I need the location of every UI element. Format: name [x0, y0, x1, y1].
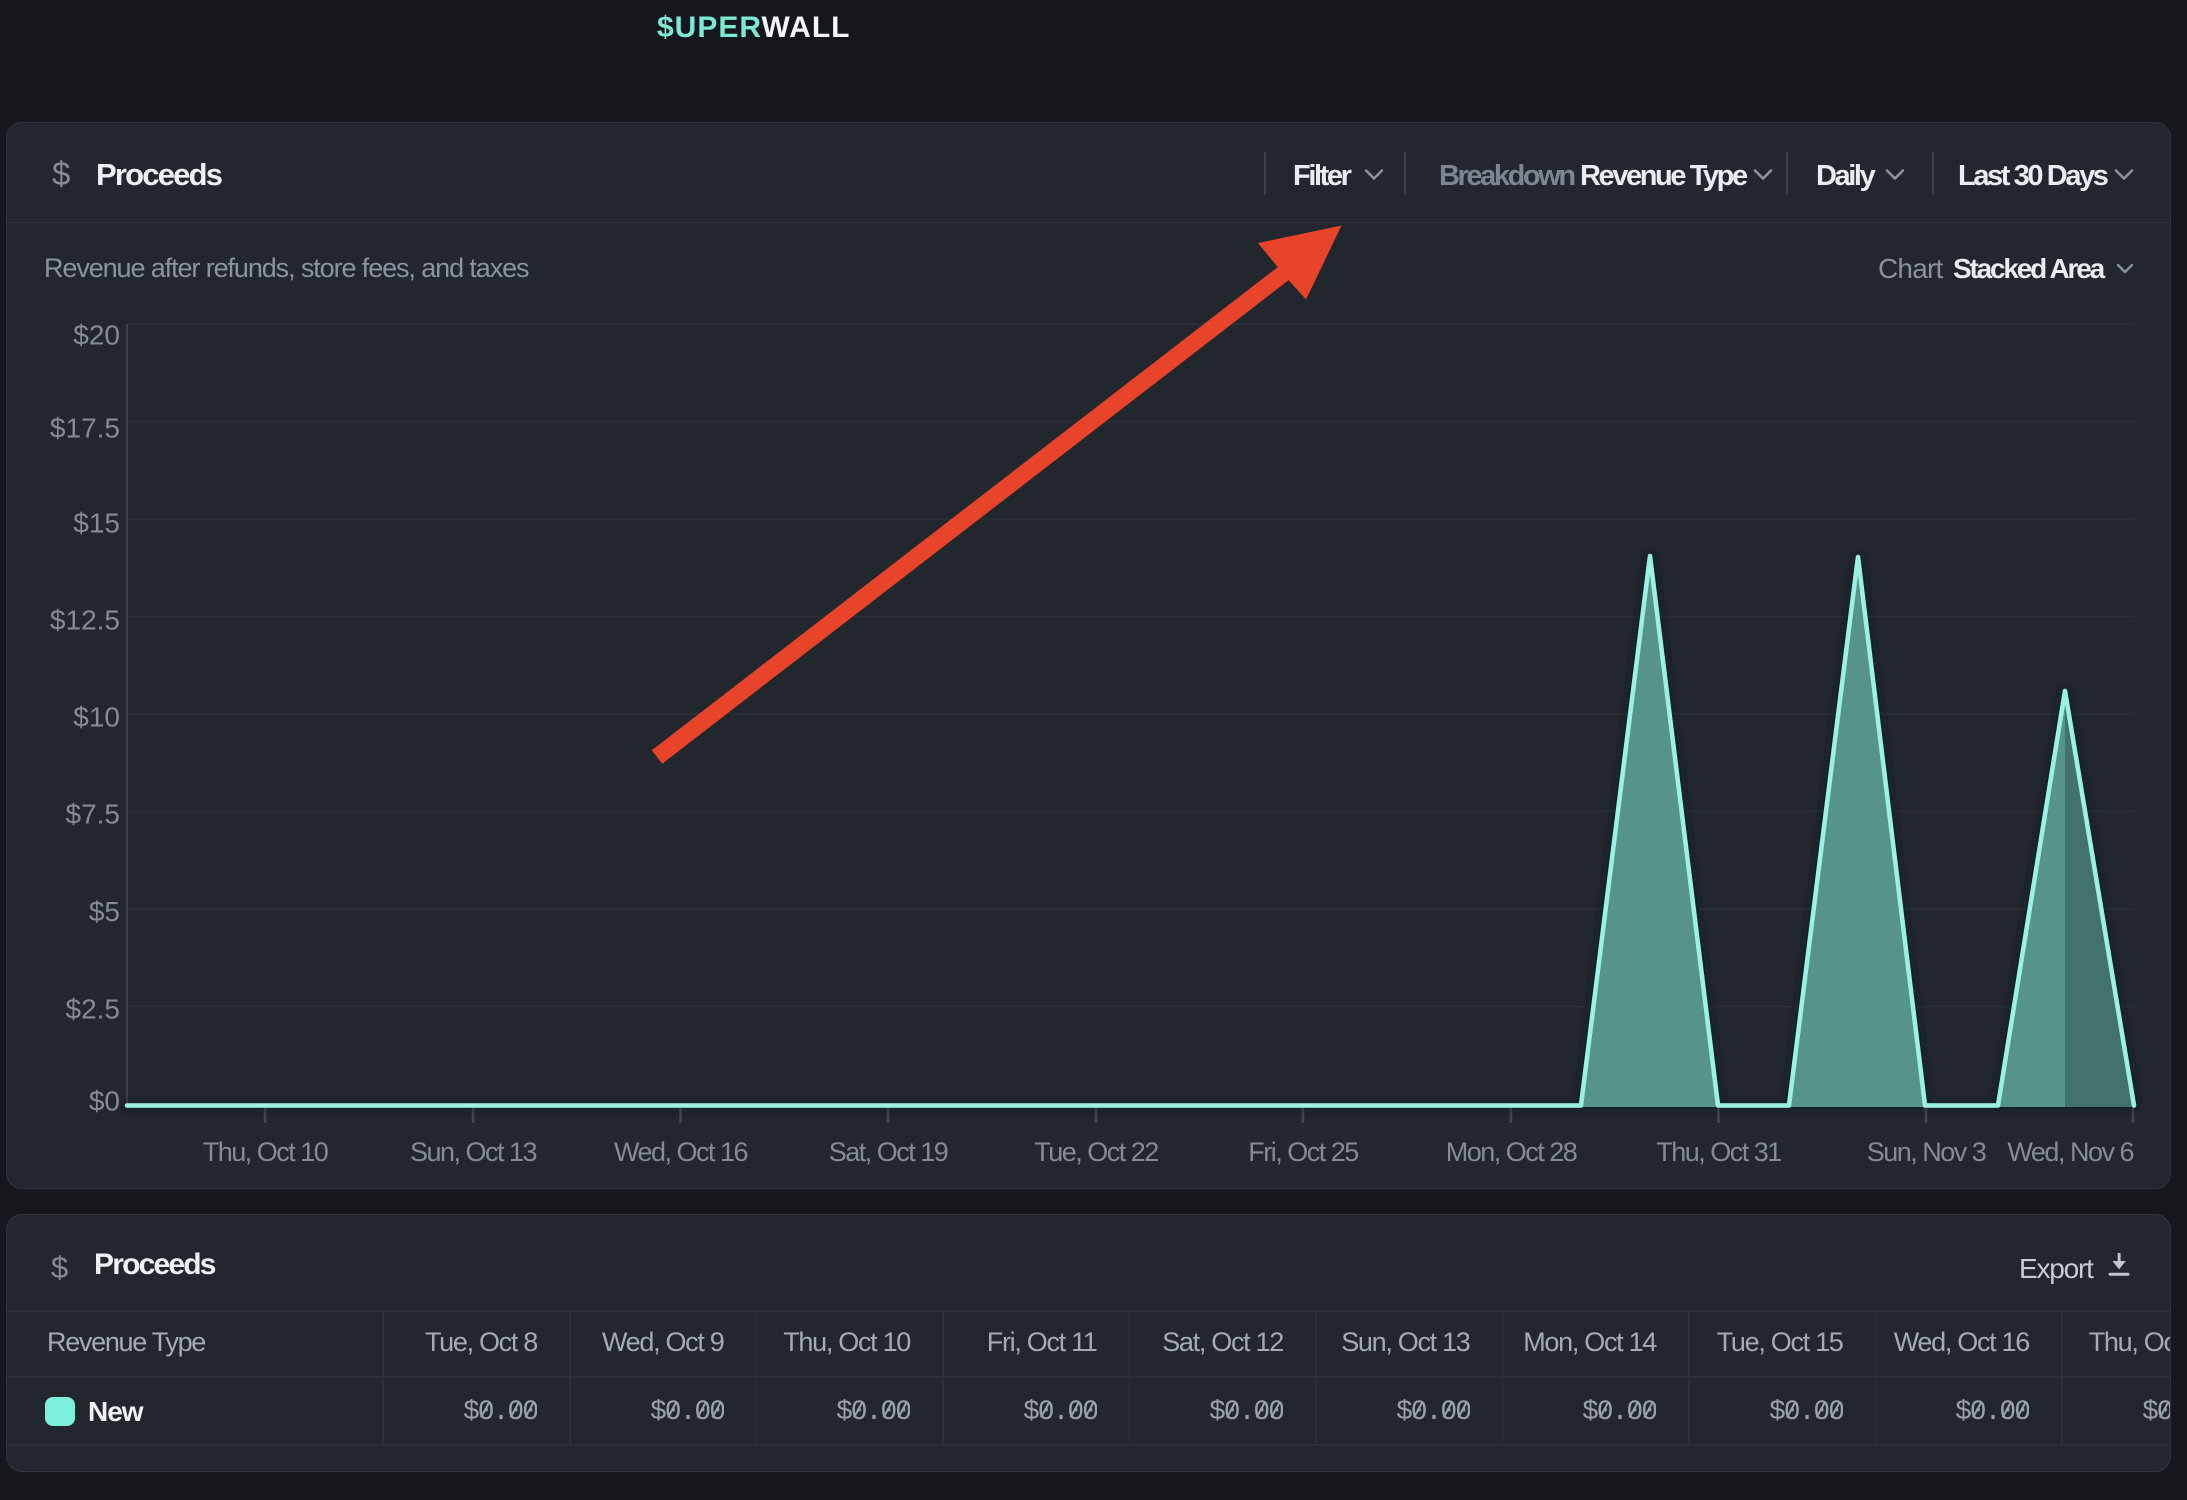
svg-text:$0.00: $0.00	[1955, 1397, 2029, 1425]
svg-text:Fri, Oct 25: Fri, Oct 25	[1248, 1137, 1358, 1167]
svg-text:$0.00: $0.00	[1022, 1397, 1096, 1425]
svg-text:$0.00: $0.00	[2141, 1397, 2171, 1425]
svg-text:$7.5: $7.5	[66, 799, 121, 830]
svg-text:$2.5: $2.5	[66, 994, 121, 1025]
svg-text:$0.00: $0.00	[836, 1397, 910, 1425]
svg-text:$0.00: $0.00	[1582, 1397, 1656, 1425]
svg-text:$20: $20	[73, 320, 120, 351]
svg-text:Sat, Oct 19: Sat, Oct 19	[829, 1137, 948, 1167]
svg-text:$0.00: $0.00	[463, 1397, 537, 1425]
svg-text:Mon, Oct 28: Mon, Oct 28	[1446, 1137, 1577, 1167]
svg-text:$0: $0	[89, 1086, 120, 1117]
svg-text:$17.5: $17.5	[50, 413, 120, 444]
svg-text:Wed, Nov 6: Wed, Nov 6	[2007, 1137, 2133, 1167]
svg-text:$0.00: $0.00	[1768, 1397, 1842, 1425]
svg-text:Wed, Oct 16: Wed, Oct 16	[614, 1137, 748, 1167]
svg-text:$0.00: $0.00	[649, 1397, 723, 1425]
svg-text:Sun, Oct 13: Sun, Oct 13	[410, 1137, 537, 1167]
svg-text:$10: $10	[73, 702, 120, 733]
svg-text:$0.00: $0.00	[1209, 1397, 1283, 1425]
svg-text:$0.00: $0.00	[1395, 1397, 1469, 1425]
svg-text:Tue, Oct 22: Tue, Oct 22	[1034, 1137, 1158, 1167]
svg-text:Thu, Oct 31: Thu, Oct 31	[1656, 1137, 1781, 1167]
svg-text:$12.5: $12.5	[50, 605, 120, 636]
svg-text:Thu, Oct 10: Thu, Oct 10	[203, 1137, 328, 1167]
svg-text:$15: $15	[73, 508, 120, 539]
svg-text:Sun, Nov 3: Sun, Nov 3	[1867, 1137, 1986, 1167]
svg-text:$5: $5	[89, 896, 120, 927]
